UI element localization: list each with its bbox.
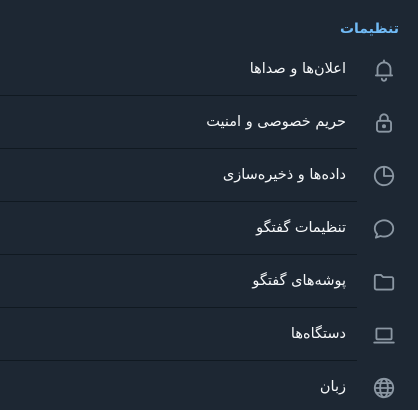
settings-title: تنظیمات — [339, 21, 399, 37]
chat-bubble-icon — [371, 216, 397, 242]
settings-item-chat-settings[interactable]: تنظیمات گفتگو — [0, 202, 418, 255]
pie-chart-icon — [371, 163, 397, 189]
laptop-icon — [371, 322, 397, 348]
settings-item-language[interactable]: زبان — [0, 361, 418, 410]
settings-panel: تنظیمات اعلان‌ها و صداها حریم خصوصی و ام… — [0, 0, 418, 410]
settings-item-label: دستگاه‌ها — [290, 326, 346, 342]
settings-item-label: زبان — [319, 379, 346, 395]
settings-item-notifications[interactable]: اعلان‌ها و صداها — [0, 43, 418, 96]
lock-icon — [371, 110, 397, 136]
settings-item-devices[interactable]: دستگاه‌ها — [0, 308, 418, 361]
settings-item-label: تنظیمات گفتگو — [256, 220, 346, 236]
settings-item-chat-folders[interactable]: پوشه‌های گفتگو — [0, 255, 418, 308]
settings-item-label: داده‌ها و ذخیره‌سازی — [222, 167, 346, 183]
folder-icon — [371, 269, 397, 295]
settings-item-privacy[interactable]: حریم خصوصی و امنیت — [0, 96, 418, 149]
settings-item-data-storage[interactable]: داده‌ها و ذخیره‌سازی — [0, 149, 418, 202]
settings-menu: اعلان‌ها و صداها حریم خصوصی و امنیت — [0, 43, 418, 410]
globe-icon — [371, 375, 397, 401]
settings-item-label: حریم خصوصی و امنیت — [206, 114, 346, 130]
bell-icon — [371, 57, 397, 83]
settings-item-label: پوشه‌های گفتگو — [252, 273, 346, 289]
settings-item-label: اعلان‌ها و صداها — [249, 61, 346, 77]
